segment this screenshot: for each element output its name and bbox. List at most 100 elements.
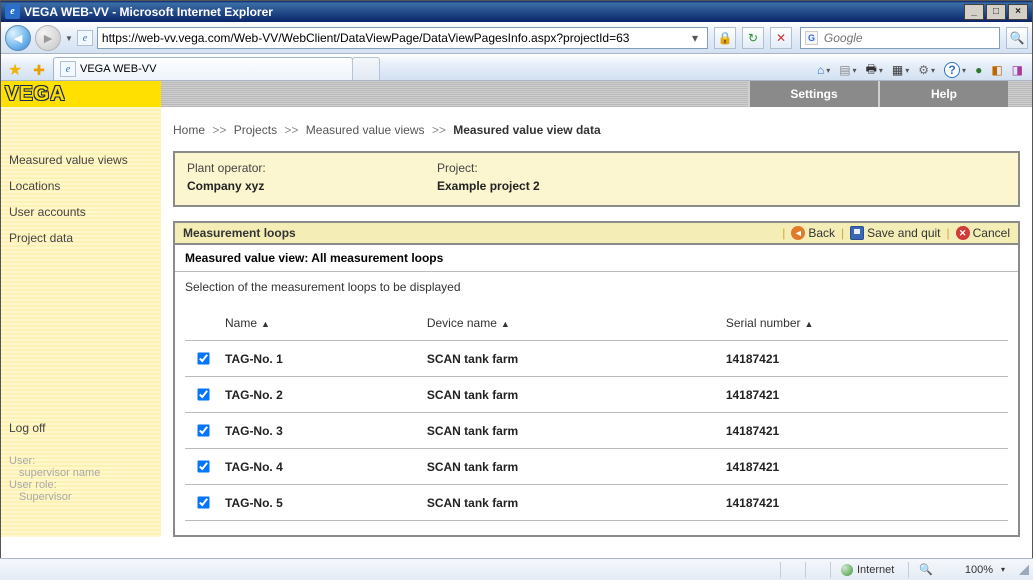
- page-menu-icon[interactable]: ▦▾: [888, 60, 912, 80]
- globe-icon[interactable]: ●: [971, 60, 985, 80]
- status-bar: Internet 🔍 100% ▾: [0, 558, 1033, 580]
- close-button[interactable]: ×: [1008, 4, 1028, 20]
- sidebar-logoff[interactable]: Log off: [1, 415, 161, 441]
- row-serial: 14187421: [720, 341, 1008, 377]
- crumb-views[interactable]: Measured value views: [306, 123, 425, 137]
- search-input[interactable]: [822, 30, 995, 46]
- window-title: VEGA WEB-VV - Microsoft Internet Explore…: [24, 5, 273, 19]
- add-favorite-icon[interactable]: ✚: [29, 60, 49, 80]
- cancel-icon: ✕: [956, 226, 970, 240]
- table-row: TAG-No. 1SCAN tank farm14187421: [185, 341, 1008, 377]
- col-serial[interactable]: Serial number▲: [720, 312, 1008, 341]
- minimize-button[interactable]: _: [964, 4, 984, 20]
- crumb-sep: >>: [212, 123, 226, 137]
- ie-icon: e: [5, 4, 20, 19]
- row-serial: 14187421: [720, 413, 1008, 449]
- status-zoom[interactable]: 🔍 100% ▾: [908, 562, 1015, 578]
- back-icon: ◄: [791, 226, 805, 240]
- save-label: Save and quit: [867, 226, 940, 240]
- row-checkbox[interactable]: [197, 460, 209, 472]
- sidebar-item-user-accounts[interactable]: User accounts: [1, 199, 161, 225]
- status-zone: Internet: [830, 562, 904, 578]
- back-action[interactable]: ◄ Back: [791, 226, 835, 240]
- resize-grip[interactable]: [1019, 565, 1029, 575]
- settings-button[interactable]: Settings: [748, 81, 878, 107]
- page-icon: e: [77, 30, 93, 46]
- row-name: TAG-No. 4: [219, 449, 421, 485]
- sort-asc-icon: ▲: [805, 319, 814, 329]
- app-header: VEGA Settings Help: [1, 81, 1032, 107]
- crumb-sep: >>: [432, 123, 446, 137]
- panel-title: Measurement loops: [183, 226, 782, 240]
- table-row: TAG-No. 5SCAN tank farm14187421: [185, 485, 1008, 521]
- tab-active[interactable]: e VEGA WEB-VV: [53, 57, 353, 80]
- project-value: Example project 2: [437, 177, 687, 195]
- project-info-box: Plant operator: Project: Company xyz Exa…: [173, 151, 1020, 207]
- row-checkbox[interactable]: [197, 424, 209, 436]
- crumb-home[interactable]: Home: [173, 123, 205, 137]
- feeds-icon[interactable]: ▤▾: [835, 60, 859, 80]
- plant-operator-value: Company xyz: [187, 177, 437, 195]
- tab-strip: ★ ✚ e VEGA WEB-VV ⌂▾ ▤▾ 🖶▾ ▦▾ ⚙▾ ?▾ ● ◧ …: [1, 54, 1032, 81]
- print-icon[interactable]: 🖶▾: [862, 60, 886, 80]
- tools-icon[interactable]: ⚙▾: [914, 60, 938, 80]
- back-label: Back: [808, 226, 835, 240]
- row-serial: 14187421: [720, 485, 1008, 521]
- crumb-projects[interactable]: Projects: [234, 123, 277, 137]
- row-device: SCAN tank farm: [421, 413, 720, 449]
- back-button[interactable]: ◄: [5, 25, 31, 51]
- save-action[interactable]: Save and quit: [850, 226, 940, 240]
- help-menu-icon[interactable]: ?▾: [940, 60, 969, 80]
- status-seg-empty1: [780, 562, 801, 578]
- row-name: TAG-No. 5: [219, 485, 421, 521]
- table-row: TAG-No. 2SCAN tank farm14187421: [185, 377, 1008, 413]
- vega-logo: VEGA: [1, 81, 161, 107]
- row-name: TAG-No. 3: [219, 413, 421, 449]
- row-checkbox[interactable]: [197, 388, 209, 400]
- sidebar: Measured value views Locations User acco…: [1, 107, 161, 537]
- url-dropdown-icon[interactable]: ▾: [687, 31, 703, 45]
- maximize-button[interactable]: □: [986, 4, 1006, 20]
- search-go-button[interactable]: 🔍: [1006, 27, 1028, 49]
- breadcrumb: Home >> Projects >> Measured value views…: [173, 123, 1020, 137]
- user-value: supervisor name: [9, 467, 153, 479]
- role-value: Supervisor: [9, 491, 153, 503]
- plant-operator-label: Plant operator:: [187, 159, 437, 177]
- role-label: User role:: [9, 479, 153, 491]
- panel-desc: Selection of the measurement loops to be…: [185, 280, 1008, 294]
- addon2-icon[interactable]: ◨: [1008, 60, 1026, 80]
- row-name: TAG-No. 1: [219, 341, 421, 377]
- addon1-icon[interactable]: ◧: [987, 60, 1005, 80]
- row-checkbox[interactable]: [197, 496, 209, 508]
- cancel-action[interactable]: ✕ Cancel: [956, 226, 1010, 240]
- new-tab-button[interactable]: [352, 57, 380, 80]
- favorites-icon[interactable]: ★: [5, 60, 25, 80]
- lock-icon[interactable]: 🔒: [714, 27, 736, 49]
- col-name[interactable]: Name▲: [219, 312, 421, 341]
- help-button[interactable]: Help: [878, 81, 1008, 107]
- sidebar-item-locations[interactable]: Locations: [1, 173, 161, 199]
- row-name: TAG-No. 2: [219, 377, 421, 413]
- row-device: SCAN tank farm: [421, 377, 720, 413]
- status-zoom-value: 100%: [937, 564, 997, 576]
- ie-mini-tools: ⌂▾ ▤▾ 🖶▾ ▦▾ ⚙▾ ?▾ ● ◧ ◨: [813, 60, 1030, 80]
- sidebar-item-project-data[interactable]: Project data: [1, 225, 161, 251]
- row-checkbox[interactable]: [197, 352, 209, 364]
- row-serial: 14187421: [720, 377, 1008, 413]
- sidebar-user-info: User: supervisor name User role: Supervi…: [1, 451, 161, 507]
- globe-icon: [841, 564, 853, 576]
- sidebar-item-measured-value-views[interactable]: Measured value views: [1, 147, 161, 173]
- table-row: TAG-No. 4SCAN tank farm14187421: [185, 449, 1008, 485]
- forward-button[interactable]: ►: [35, 25, 61, 51]
- refresh-button[interactable]: ↻: [742, 27, 764, 49]
- crumb-sep: >>: [284, 123, 298, 137]
- row-device: SCAN tank farm: [421, 449, 720, 485]
- home-icon[interactable]: ⌂▾: [813, 60, 833, 80]
- search-box[interactable]: G: [800, 27, 1000, 49]
- col-device[interactable]: Device name▲: [421, 312, 720, 341]
- url-input[interactable]: https://web-vv.vega.com/Web-VV/WebClient…: [97, 27, 708, 49]
- user-label: User:: [9, 455, 153, 467]
- crumb-current: Measured value view data: [453, 123, 600, 137]
- loops-table: Name▲ Device name▲ Serial number▲ TAG-No…: [185, 312, 1008, 521]
- stop-button[interactable]: ✕: [770, 27, 792, 49]
